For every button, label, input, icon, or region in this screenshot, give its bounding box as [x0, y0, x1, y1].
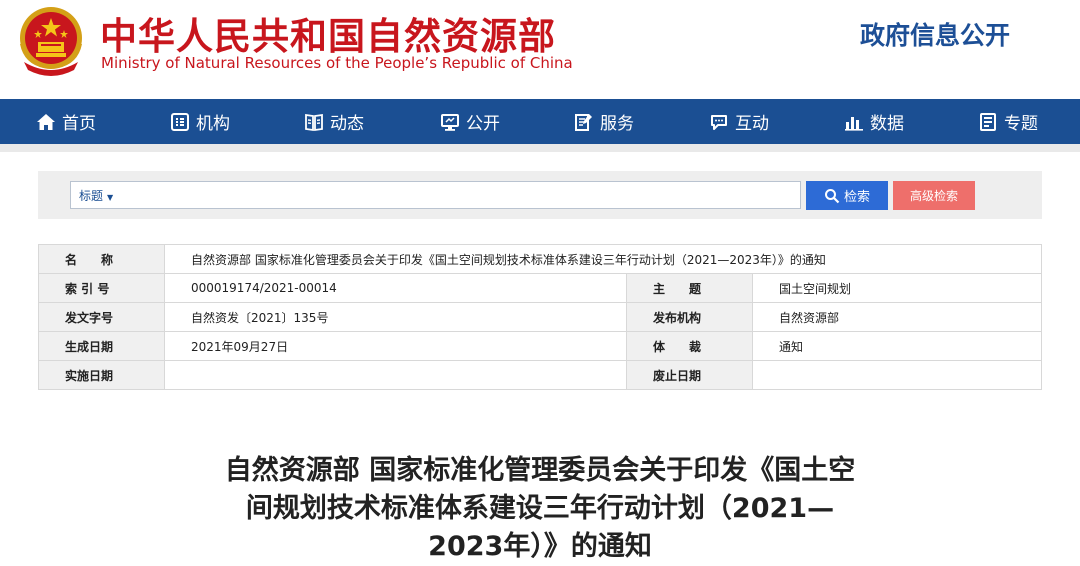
nav-label: 公开 [466, 114, 500, 134]
genre-label: 体 裁 [626, 331, 753, 361]
nav-label: 首页 [62, 114, 96, 134]
document-title-line: 间规划技术标准体系建设三年行动计划（2021— [245, 493, 835, 524]
issuer-label: 发布机构 [626, 302, 753, 332]
table-row: 名 称 自然资源部 国家标准化管理委员会关于印发《国土空间规划技术标准体系建设三… [38, 244, 1042, 274]
document-title-line: 自然资源部 国家标准化管理委员会关于印发《国土空 [224, 455, 856, 486]
table-row: 索 引 号 000019174/2021-00014 主 题 国土空间规划 [38, 273, 1042, 303]
nav-label: 数据 [870, 114, 904, 134]
nav-item-service[interactable]: 服务 [574, 99, 634, 144]
docno-label: 发文字号 [38, 302, 165, 332]
news-icon [305, 113, 323, 131]
table-row: 生成日期 2021年09月27日 体 裁 通知 [38, 331, 1042, 361]
main-nav: 首页 机构 动态 公开 服务 互动 数据 专题 [0, 99, 1080, 144]
date-value: 2021年09月27日 [164, 331, 627, 361]
gov-info-title[interactable]: 政府信息公开 [860, 16, 1010, 52]
nav-label: 专题 [1004, 114, 1038, 134]
search-icon [824, 188, 840, 203]
effective-date-label: 实施日期 [38, 360, 165, 390]
nav-label: 服务 [600, 114, 634, 134]
site-header: 中华人民共和国自然资源部 Ministry of Natural Resourc… [0, 0, 1080, 100]
document-title-line: 2023年）》的通知 [428, 531, 652, 562]
docno-value: 自然资发〔2021〕135号 [164, 302, 627, 332]
search-button-label: 检索 [843, 189, 870, 204]
chat-icon [711, 114, 727, 130]
expiry-date-value [752, 360, 1042, 390]
search-field-select[interactable]: 标题 ▼ [79, 187, 113, 204]
subject-value: 国土空间规划 [752, 273, 1042, 303]
expiry-date-label: 废止日期 [626, 360, 753, 390]
date-label: 生成日期 [38, 331, 165, 361]
advanced-search-button[interactable]: 高级检索 [893, 181, 975, 210]
effective-date-value [164, 360, 627, 390]
nav-item-data[interactable]: 数据 [844, 99, 904, 144]
nav-shadow-band [0, 144, 1080, 152]
edit-icon [575, 113, 592, 131]
bar-chart-icon [845, 116, 863, 131]
table-row: 实施日期 废止日期 [38, 360, 1042, 390]
org-icon [171, 112, 189, 131]
nav-label: 动态 [330, 114, 364, 134]
advanced-search-label: 高级检索 [909, 189, 958, 203]
search-input[interactable] [131, 184, 791, 206]
nav-item-interact[interactable]: 互动 [709, 99, 769, 144]
document-info-table: 名 称 自然资源部 国家标准化管理委员会关于印发《国土空间规划技术标准体系建设三… [38, 244, 1042, 390]
nav-item-public[interactable]: 公开 [440, 99, 500, 144]
search-panel: 标题 ▼ 检索 高级检索 [38, 171, 1042, 219]
genre-value: 通知 [752, 331, 1042, 361]
nav-item-home[interactable]: 首页 [36, 99, 96, 144]
topic-icon [980, 112, 996, 131]
search-button[interactable]: 检索 [806, 181, 888, 210]
monitor-icon [441, 113, 459, 131]
subject-label: 主 题 [626, 273, 753, 303]
site-subtitle: Ministry of Natural Resources of the Peo… [101, 54, 573, 72]
search-field-value: 标题 [79, 189, 104, 203]
index-label: 索 引 号 [38, 273, 165, 303]
search-box: 标题 ▼ [70, 181, 801, 209]
nav-item-news[interactable]: 动态 [304, 99, 364, 144]
nav-item-org[interactable]: 机构 [170, 99, 230, 144]
nav-label: 机构 [196, 114, 230, 134]
document-title: 自然资源部 国家标准化管理委员会关于印发《国土空 间规划技术标准体系建设三年行动… [190, 452, 890, 566]
nav-label: 互动 [735, 114, 769, 134]
name-value: 自然资源部 国家标准化管理委员会关于印发《国土空间规划技术标准体系建设三年行动计… [164, 244, 1042, 274]
issuer-value: 自然资源部 [752, 302, 1042, 332]
table-row: 发文字号 自然资发〔2021〕135号 发布机构 自然资源部 [38, 302, 1042, 332]
name-label: 名 称 [38, 244, 165, 274]
caret-down-icon: ▼ [107, 193, 114, 202]
nav-item-topic[interactable]: 专题 [978, 99, 1038, 144]
index-value: 000019174/2021-00014 [164, 273, 627, 303]
site-title[interactable]: 中华人民共和国自然资源部 [100, 6, 556, 60]
national-emblem-icon [20, 7, 82, 76]
home-icon [37, 113, 55, 130]
